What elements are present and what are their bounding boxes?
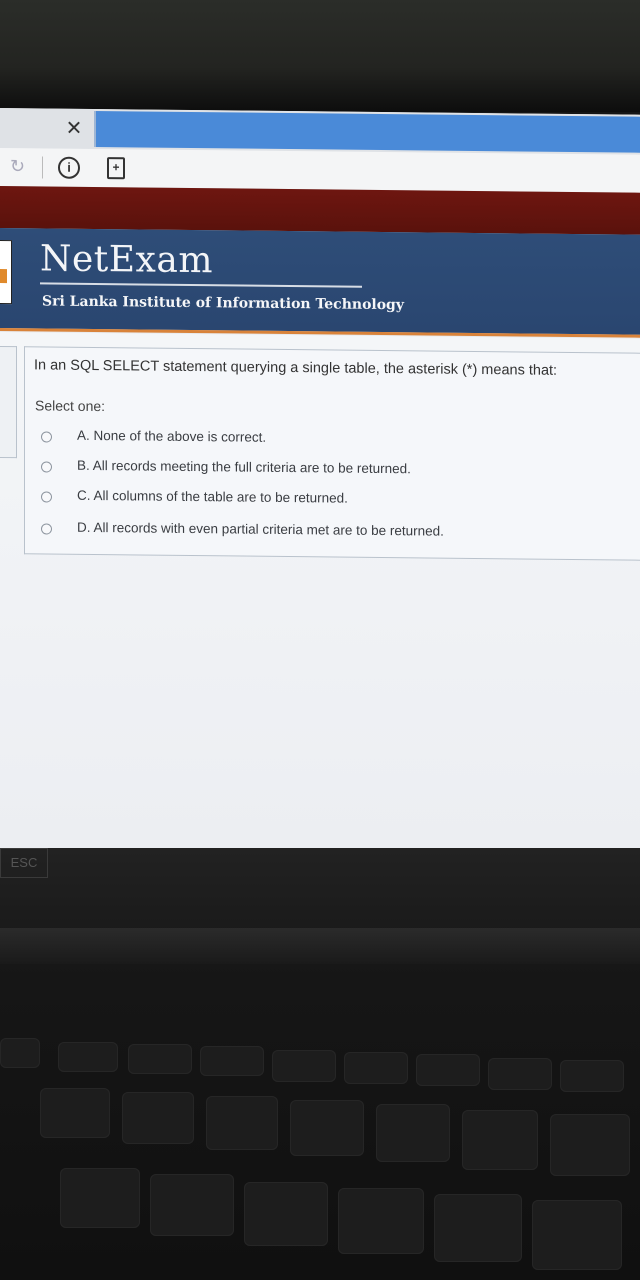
question-card: In an SQL SELECT statement querying a si… [24,346,640,561]
option-label[interactable]: B. All records meeting the full criteria… [77,458,411,476]
keyboard-key [344,1052,408,1084]
keyboard-key [60,1168,140,1228]
keyboard-key [272,1050,336,1082]
keyboard-key [200,1046,264,1076]
esc-key-label: ESC [0,848,48,878]
answer-option-b[interactable]: B. All records meeting the full criteria… [41,457,640,489]
keyboard-key [206,1096,278,1150]
laptop-hinge [0,928,640,964]
laptop-bezel-top [0,0,640,112]
keyboard-key [244,1182,328,1246]
keyboard-key [434,1194,522,1262]
keyboard-key [376,1104,450,1162]
reload-icon[interactable]: ↻ [10,156,25,177]
brand-divider [40,282,362,288]
info-icon[interactable]: i [58,156,80,179]
close-tab-button[interactable]: ✕ [62,117,86,141]
select-one-prompt: Select one: [35,397,106,415]
browser-screen: ✕ ↻ i + NetExam Sri Lanka Institute of I… [0,108,640,855]
keyboard-key [150,1174,234,1236]
question-text: In an SQL SELECT statement querying a si… [34,357,558,379]
keyboard-key [122,1092,194,1144]
institute-name: Sri Lanka Institute of Information Techn… [42,293,404,314]
radio-button[interactable] [41,431,52,443]
laptop-body: ESC [0,848,640,1280]
radio-button[interactable] [41,523,52,535]
keyboard-key [462,1110,538,1170]
keyboard-key [40,1088,110,1138]
answer-option-a[interactable]: A. None of the above is correct. [41,427,640,459]
site-header: NetExam Sri Lanka Institute of Informati… [0,228,640,338]
keyboard-key [338,1188,424,1254]
keyboard-key [58,1042,118,1072]
question-info-panel [0,346,17,459]
page-icon[interactable]: + [107,157,125,180]
brand-title[interactable]: NetExam [40,238,213,281]
keyboard-key [532,1200,622,1270]
site-top-banner [0,186,640,235]
tab-bar: ✕ [0,108,640,155]
active-tab[interactable] [94,110,640,153]
keyboard-key [488,1058,552,1090]
keyboard-key [128,1044,192,1074]
keyboard-key [416,1054,480,1086]
radio-button[interactable] [41,461,52,473]
answer-option-d[interactable]: D. All records with even partial criteri… [41,519,640,551]
toolbar-divider [42,156,43,179]
option-label[interactable]: A. None of the above is correct. [77,428,266,445]
main-content: In an SQL SELECT statement querying a si… [0,332,640,855]
keyboard-key [560,1060,624,1092]
answer-option-c[interactable]: C. All columns of the table are to be re… [41,487,640,519]
keyboard-key [0,1038,40,1068]
keyboard-key [290,1100,364,1156]
option-label[interactable]: D. All records with even partial criteri… [77,520,444,539]
radio-button[interactable] [41,491,52,503]
institute-logo [0,239,12,305]
option-label[interactable]: C. All columns of the table are to be re… [77,488,348,506]
keyboard-key [550,1114,630,1176]
